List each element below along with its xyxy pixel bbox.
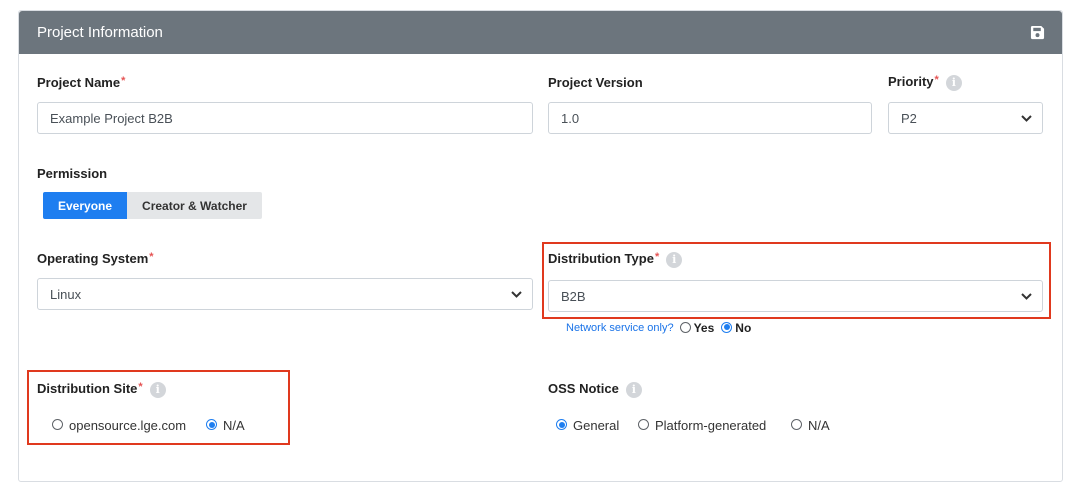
chevron-down-icon xyxy=(1021,292,1032,300)
info-icon[interactable]: i xyxy=(945,74,962,91)
distribution-site-na-radio[interactable] xyxy=(206,419,217,430)
operating-system-select[interactable]: Linux xyxy=(37,278,533,310)
priority-label: Priority* i xyxy=(888,74,962,91)
oss-notice-na-label: N/A xyxy=(808,418,830,433)
oss-notice-platform-radio[interactable] xyxy=(638,419,649,430)
network-no-radio[interactable] xyxy=(721,321,733,333)
project-version-input[interactable]: 1.0 xyxy=(548,102,872,134)
project-name-input[interactable]: Example Project B2B xyxy=(37,102,533,134)
distribution-type-select[interactable]: B2B xyxy=(548,280,1043,312)
info-icon[interactable]: i xyxy=(666,251,683,268)
priority-value: P2 xyxy=(901,110,917,126)
card-title: Project Information xyxy=(37,24,163,41)
distribution-site-na-option[interactable]: N/A xyxy=(206,418,245,433)
card-header: Project Information xyxy=(19,11,1062,54)
project-name-label: Project Name* xyxy=(37,75,126,90)
operating-system-value: Linux xyxy=(50,286,82,302)
info-icon[interactable]: i xyxy=(149,381,166,398)
network-service-row: Network service only? Yes No xyxy=(566,321,751,335)
info-icon[interactable]: i xyxy=(625,381,642,398)
chevron-down-icon xyxy=(1021,114,1032,122)
oss-notice-na-option[interactable]: N/A xyxy=(791,418,830,433)
permission-toggle: Everyone Creator & Watcher xyxy=(43,192,262,219)
network-no-label: No xyxy=(735,321,752,335)
project-name-value: Example Project B2B xyxy=(50,110,173,126)
oss-notice-general-label: General xyxy=(573,418,620,433)
operating-system-label: Operating System* xyxy=(37,251,154,266)
chevron-down-icon xyxy=(511,290,522,298)
oss-notice-label: OSS Notice i xyxy=(548,381,642,398)
distribution-type-label: Distribution Type* i xyxy=(548,251,683,268)
oss-notice-general-radio[interactable] xyxy=(556,419,567,430)
distribution-site-label: Distribution Site* i xyxy=(37,381,166,398)
distribution-site-opensource-option[interactable]: opensource.lge.com xyxy=(52,418,186,433)
permission-everyone-button[interactable]: Everyone xyxy=(43,192,128,219)
distribution-type-value: B2B xyxy=(561,288,586,304)
oss-notice-na-radio[interactable] xyxy=(791,419,802,430)
distribution-site-na-label: N/A xyxy=(223,418,245,433)
oss-notice-platform-label: Platform-generated xyxy=(655,418,767,433)
oss-notice-platform-option[interactable]: Platform-generated xyxy=(638,418,766,433)
project-version-label: Project Version xyxy=(548,75,643,90)
priority-select[interactable]: P2 xyxy=(888,102,1043,134)
save-icon[interactable] xyxy=(1030,25,1046,41)
distribution-site-opensource-radio[interactable] xyxy=(52,419,63,430)
network-service-question: Network service only? xyxy=(566,322,674,334)
permission-label: Permission xyxy=(37,166,108,181)
oss-notice-general-option[interactable]: General xyxy=(556,418,619,433)
network-yes-label: Yes xyxy=(693,321,715,335)
project-version-value: 1.0 xyxy=(561,110,580,126)
network-yes-radio[interactable] xyxy=(679,321,691,333)
permission-creator-watcher-button[interactable]: Creator & Watcher xyxy=(127,192,262,219)
distribution-site-opensource-label: opensource.lge.com xyxy=(69,418,187,433)
